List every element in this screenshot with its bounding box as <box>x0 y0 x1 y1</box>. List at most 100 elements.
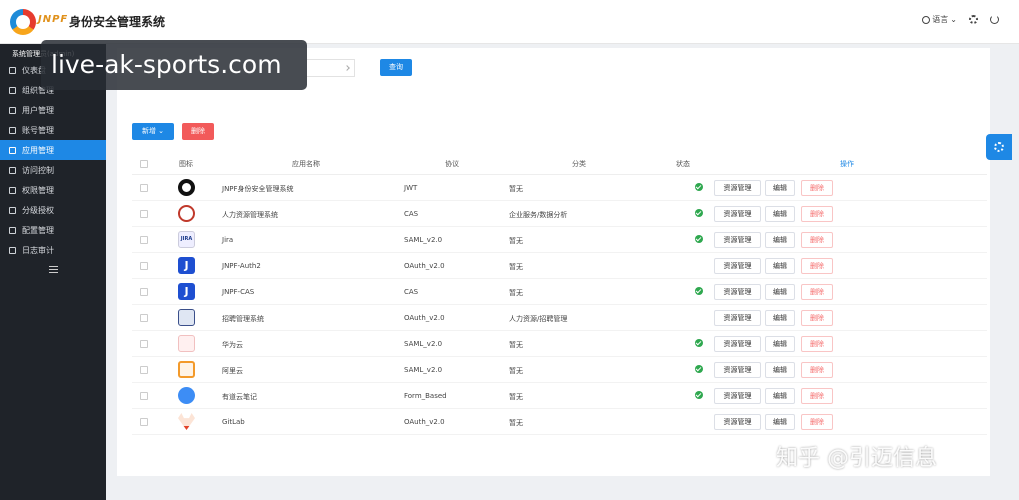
account-icon <box>9 126 16 134</box>
edit-button[interactable]: 编辑 <box>765 180 795 196</box>
add-button[interactable]: 新增 ⌄ <box>132 123 174 140</box>
sidebar-item-accounts[interactable]: 账号管理 <box>0 120 106 140</box>
sidebar: 系统管理员(admin) 仪表盘 组织管理 用户管理 账号管理 应用管理 访问控… <box>0 44 106 500</box>
sidebar-item-audit-log[interactable]: 日志审计 <box>0 240 106 260</box>
status-enabled-icon <box>695 339 703 347</box>
edit-button[interactable]: 编辑 <box>765 206 795 222</box>
jnpf-logo-icon <box>10 9 36 35</box>
search-select[interactable] <box>307 59 355 77</box>
row-checkbox[interactable] <box>140 314 148 322</box>
row-checkbox[interactable] <box>140 340 148 348</box>
sidebar-item-label: 日志审计 <box>22 245 54 255</box>
sidebar-item-label: 用户管理 <box>22 105 54 115</box>
row-checkbox[interactable] <box>140 262 148 270</box>
floating-settings-button[interactable] <box>986 134 1012 160</box>
app-name: 招聘管理系统 <box>222 315 264 323</box>
sidebar-item-delegation[interactable]: 分级授权 <box>0 200 106 220</box>
app-title: 身份安全管理系统 <box>69 15 166 29</box>
edit-button[interactable]: 编辑 <box>765 336 795 352</box>
language-label: 语言 <box>932 15 949 24</box>
top-header: JNPF 身份安全管理系统 语言 ⌄ <box>0 0 1019 44</box>
delete-button[interactable]: 删除 <box>801 206 833 222</box>
resource-manage-button[interactable]: 资源管理 <box>714 180 761 196</box>
table-row: J JNPF-CAS CAS 暂无 资源管理 编辑 删除 <box>132 279 987 305</box>
edit-button[interactable]: 编辑 <box>765 414 795 430</box>
row-checkbox[interactable] <box>140 184 148 192</box>
edit-button[interactable]: 编辑 <box>765 258 795 274</box>
delete-button[interactable]: 删除 <box>801 362 833 378</box>
app-protocol: CAS <box>404 288 419 296</box>
row-checkbox[interactable] <box>140 236 148 244</box>
delete-button[interactable]: 删除 <box>801 180 833 196</box>
delete-button[interactable]: 删除 <box>801 414 833 430</box>
row-checkbox[interactable] <box>140 392 148 400</box>
sidebar-item-label: 权限管理 <box>22 185 54 195</box>
row-checkbox[interactable] <box>140 288 148 296</box>
app-protocol: CAS <box>404 210 419 218</box>
row-checkbox[interactable] <box>140 366 148 374</box>
query-button[interactable]: 查询 <box>380 59 412 76</box>
sidebar-item-access-control[interactable]: 访问控制 <box>0 160 106 180</box>
sidebar-item-users[interactable]: 用户管理 <box>0 100 106 120</box>
app-protocol: SAML_v2.0 <box>404 340 443 348</box>
resource-manage-button[interactable]: 资源管理 <box>714 206 761 222</box>
delete-button[interactable]: 删除 <box>801 232 833 248</box>
sidebar-item-permissions[interactable]: 权限管理 <box>0 180 106 200</box>
status-enabled-icon <box>695 209 703 217</box>
delete-button[interactable]: 删除 <box>801 388 833 404</box>
chevron-down-icon: ⌄ <box>158 127 165 135</box>
aliyun-icon <box>178 361 195 378</box>
app-category: 暂无 <box>509 341 523 349</box>
row-checkbox[interactable] <box>140 418 148 426</box>
app-name: Jira <box>222 236 234 244</box>
edit-button[interactable]: 编辑 <box>765 362 795 378</box>
resource-manage-button[interactable]: 资源管理 <box>714 362 761 378</box>
resource-manage-button[interactable]: 资源管理 <box>714 388 761 404</box>
resource-manage-button[interactable]: 资源管理 <box>714 258 761 274</box>
edit-button[interactable]: 编辑 <box>765 284 795 300</box>
delegation-icon <box>9 206 16 214</box>
table-row: JIRA Jira SAML_v2.0 暂无 资源管理 编辑 删除 <box>132 227 987 253</box>
table-row: 阿里云 SAML_v2.0 暂无 资源管理 编辑 删除 <box>132 357 987 383</box>
app-category: 暂无 <box>509 367 523 375</box>
language-switch[interactable]: 语言 ⌄ <box>922 14 957 25</box>
bulk-delete-button[interactable]: 删除 <box>182 123 214 140</box>
sidebar-item-label: 应用管理 <box>22 145 54 155</box>
status-enabled-icon <box>695 183 703 191</box>
resource-manage-button[interactable]: 资源管理 <box>714 284 761 300</box>
row-checkbox[interactable] <box>140 210 148 218</box>
status-enabled-icon <box>695 365 703 373</box>
sidebar-menu: 仪表盘 组织管理 用户管理 账号管理 应用管理 访问控制 权限管理 分级授权 配… <box>0 60 106 260</box>
sidebar-item-label: 访问控制 <box>22 165 54 175</box>
col-actions: 操作 <box>840 160 854 168</box>
select-all-checkbox[interactable] <box>140 160 148 168</box>
delete-button[interactable]: 删除 <box>801 336 833 352</box>
resource-manage-button[interactable]: 资源管理 <box>714 232 761 248</box>
table-row: J JNPF-Auth2 OAuth_v2.0 暂无 资源管理 编辑 删除 <box>132 253 987 279</box>
logout-power-icon[interactable] <box>990 15 999 24</box>
edit-button[interactable]: 编辑 <box>765 310 795 326</box>
app-category: 暂无 <box>509 237 523 245</box>
app-name: 有道云笔记 <box>222 393 257 401</box>
settings-gear-icon[interactable] <box>969 15 978 24</box>
globe-icon <box>922 15 931 24</box>
jira-logo-icon: JIRA <box>178 231 195 248</box>
menu-collapse-icon[interactable] <box>49 266 58 273</box>
edit-button[interactable]: 编辑 <box>765 388 795 404</box>
status-enabled-icon <box>695 287 703 295</box>
sidebar-item-label: 分级授权 <box>22 205 54 215</box>
resource-manage-button[interactable]: 资源管理 <box>714 414 761 430</box>
sidebar-item-apps[interactable]: 应用管理 <box>0 140 106 160</box>
hiring-logo-icon <box>178 309 195 326</box>
chevron-down-icon: ⌄ <box>950 15 957 24</box>
sidebar-item-config[interactable]: 配置管理 <box>0 220 106 240</box>
resource-manage-button[interactable]: 资源管理 <box>714 336 761 352</box>
resource-manage-button[interactable]: 资源管理 <box>714 310 761 326</box>
edit-button[interactable]: 编辑 <box>765 232 795 248</box>
app-protocol: JWT <box>404 184 418 192</box>
delete-button[interactable]: 删除 <box>801 258 833 274</box>
delete-button[interactable]: 删除 <box>801 310 833 326</box>
delete-button[interactable]: 删除 <box>801 284 833 300</box>
app-category: 人力资源/招聘管理 <box>509 315 568 323</box>
app-name: GitLab <box>222 418 245 426</box>
